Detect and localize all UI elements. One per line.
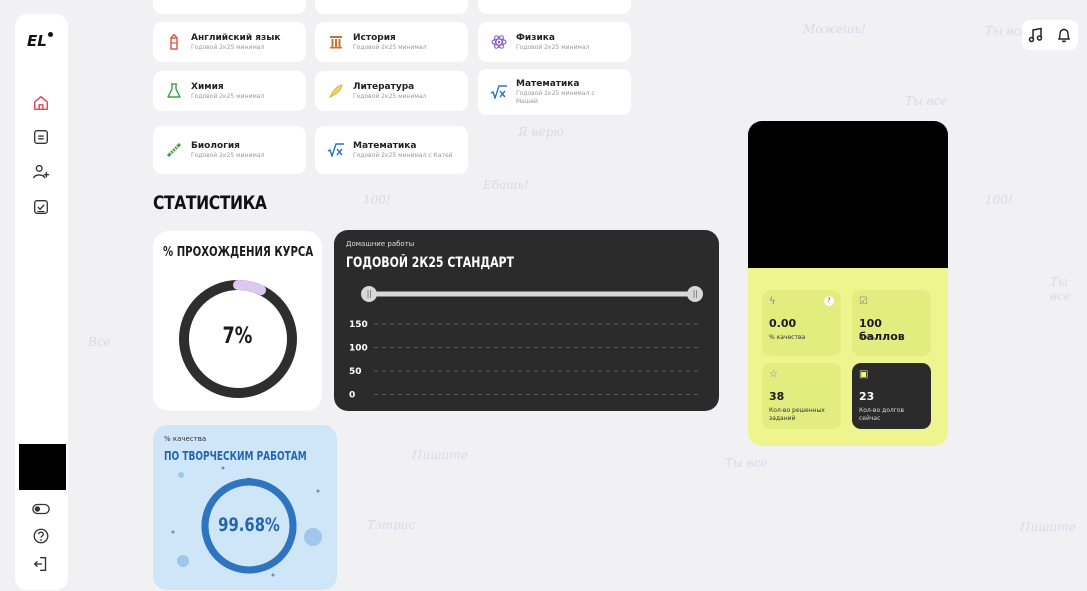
creative-quality-card: % качества ПО ТВОРЧЕСКИМ РАБОТАМ 99.68% — [153, 425, 337, 590]
progress-title: % ПРОХОЖДЕНИЯ КУРСА — [163, 245, 314, 260]
course-subtitle: Годовой 2к25 минимал — [353, 92, 427, 100]
course-subtitle: Годовой 2к25 минимал — [516, 43, 590, 51]
stat-label: % качества — [769, 334, 806, 341]
stat-label: Кол-во решенных заданий — [769, 407, 825, 422]
top-controls — [1022, 20, 1078, 50]
english-icon — [163, 31, 185, 53]
redacted-block — [19, 444, 66, 490]
stat-tile-solved[interactable]: ☆ 38 Кол-во решенных заданий — [762, 363, 841, 429]
progress-value: 7% — [222, 324, 253, 349]
course-subtitle: Годовой 2к25 минимал с Катей — [353, 151, 453, 159]
course-subtitle: Годовой 2к25 минимал — [191, 151, 265, 159]
toggle-icon[interactable] — [31, 499, 51, 519]
course-title: История — [353, 32, 396, 43]
stat-value: 38 — [769, 390, 785, 403]
progress-card: % ПРОХОЖДЕНИЯ КУРСА 7% — [153, 231, 322, 411]
course-subtitle: Годовой 2к25 минимал — [191, 92, 265, 100]
range-slider-handle-end[interactable] — [687, 286, 703, 302]
creative-value: 99.68% — [218, 514, 280, 536]
course-card[interactable]: Физика Годовой 2к25 минимал — [478, 22, 631, 62]
sqrt-icon — [325, 139, 347, 161]
y-tick-label: 100 — [349, 344, 368, 354]
dna-icon — [163, 139, 185, 161]
course-card[interactable]: История Годовой 2к25 минимал — [315, 22, 468, 62]
stat-value: 23 — [859, 390, 875, 403]
course-subtitle: Годовой 2к25 минимал — [353, 43, 427, 51]
course-title: Химия — [191, 81, 224, 92]
stats-panel: ϟ ? 0.00 % качества ☑ 100 баллов Цель ☆ … — [748, 121, 948, 446]
logo[interactable]: EL — [27, 32, 53, 50]
stat-value: 0.00 — [769, 317, 797, 330]
course-title: Биология — [191, 140, 240, 151]
y-tick-label: 150 — [349, 320, 368, 330]
course-title: Математика — [516, 78, 580, 89]
course-card-partial[interactable] — [315, 0, 468, 14]
course-card-partial[interactable] — [153, 0, 306, 14]
course-card[interactable]: Химия Годовой 2к25 минимал — [153, 71, 306, 111]
course-card[interactable]: Английский язык Годовой 2к25 минимал — [153, 22, 306, 62]
y-tick-label: 50 — [349, 367, 362, 377]
section-title: СТАТИСТИКА — [153, 192, 267, 214]
stat-tile-quality[interactable]: ϟ ? 0.00 % качества — [762, 290, 841, 356]
range-slider-handle-start[interactable] — [361, 286, 377, 302]
course-card[interactable]: Литература Годовой 2к25 минимал — [315, 71, 468, 111]
history-icon — [325, 31, 347, 53]
sidebar: EL — [15, 14, 68, 590]
y-tick-label: 0 — [349, 391, 355, 401]
course-subtitle: Годовой 2к25 минимал с Машей — [516, 89, 595, 105]
atom-icon — [488, 31, 510, 53]
stat-label: Цель — [859, 334, 875, 341]
home-icon[interactable] — [31, 93, 51, 113]
help-icon[interactable] — [31, 526, 51, 546]
bell-icon[interactable] — [1055, 26, 1073, 44]
stat-tile-debts[interactable]: ▣ 23 Кол-во долгов сейчас — [852, 363, 931, 429]
course-card-partial[interactable] — [478, 0, 631, 14]
course-title: Английский язык — [191, 32, 281, 43]
stat-tile-goal[interactable]: ☑ 100 баллов Цель — [852, 290, 931, 356]
course-title: Физика — [516, 32, 555, 43]
course-subtitle: Годовой 2к25 минимал — [191, 43, 265, 51]
course-card[interactable]: Математика Годовой 2к25 минимал с Катей — [315, 126, 468, 174]
star-icon: ☆ — [769, 369, 778, 380]
bolt-icon: ϟ — [769, 296, 776, 307]
course-card[interactable]: Биология Годовой 2к25 минимал — [153, 126, 306, 174]
homework-card: Домашние работы ГОДОВОЙ 2К25 СТАНДАРТ 15… — [334, 230, 719, 411]
help-badge[interactable]: ? — [824, 296, 834, 306]
course-title: Математика — [353, 140, 417, 151]
feather-icon — [325, 80, 347, 102]
redacted-block — [748, 121, 948, 268]
note-icon: ▣ — [859, 369, 869, 380]
music-icon[interactable] — [1027, 26, 1045, 44]
target-icon: ☑ — [859, 296, 868, 307]
course-card[interactable]: Математика Годовой 2к25 минимал с Машей — [478, 69, 631, 115]
add-user-icon[interactable] — [31, 162, 51, 182]
checklist-icon[interactable] — [31, 197, 51, 217]
course-title: Литература — [353, 81, 415, 92]
flask-icon — [163, 80, 185, 102]
sqrt-icon — [488, 81, 510, 103]
stat-label: Кол-во долгов сейчас — [859, 407, 905, 422]
document-icon[interactable] — [31, 127, 51, 147]
logout-icon[interactable] — [31, 554, 51, 574]
